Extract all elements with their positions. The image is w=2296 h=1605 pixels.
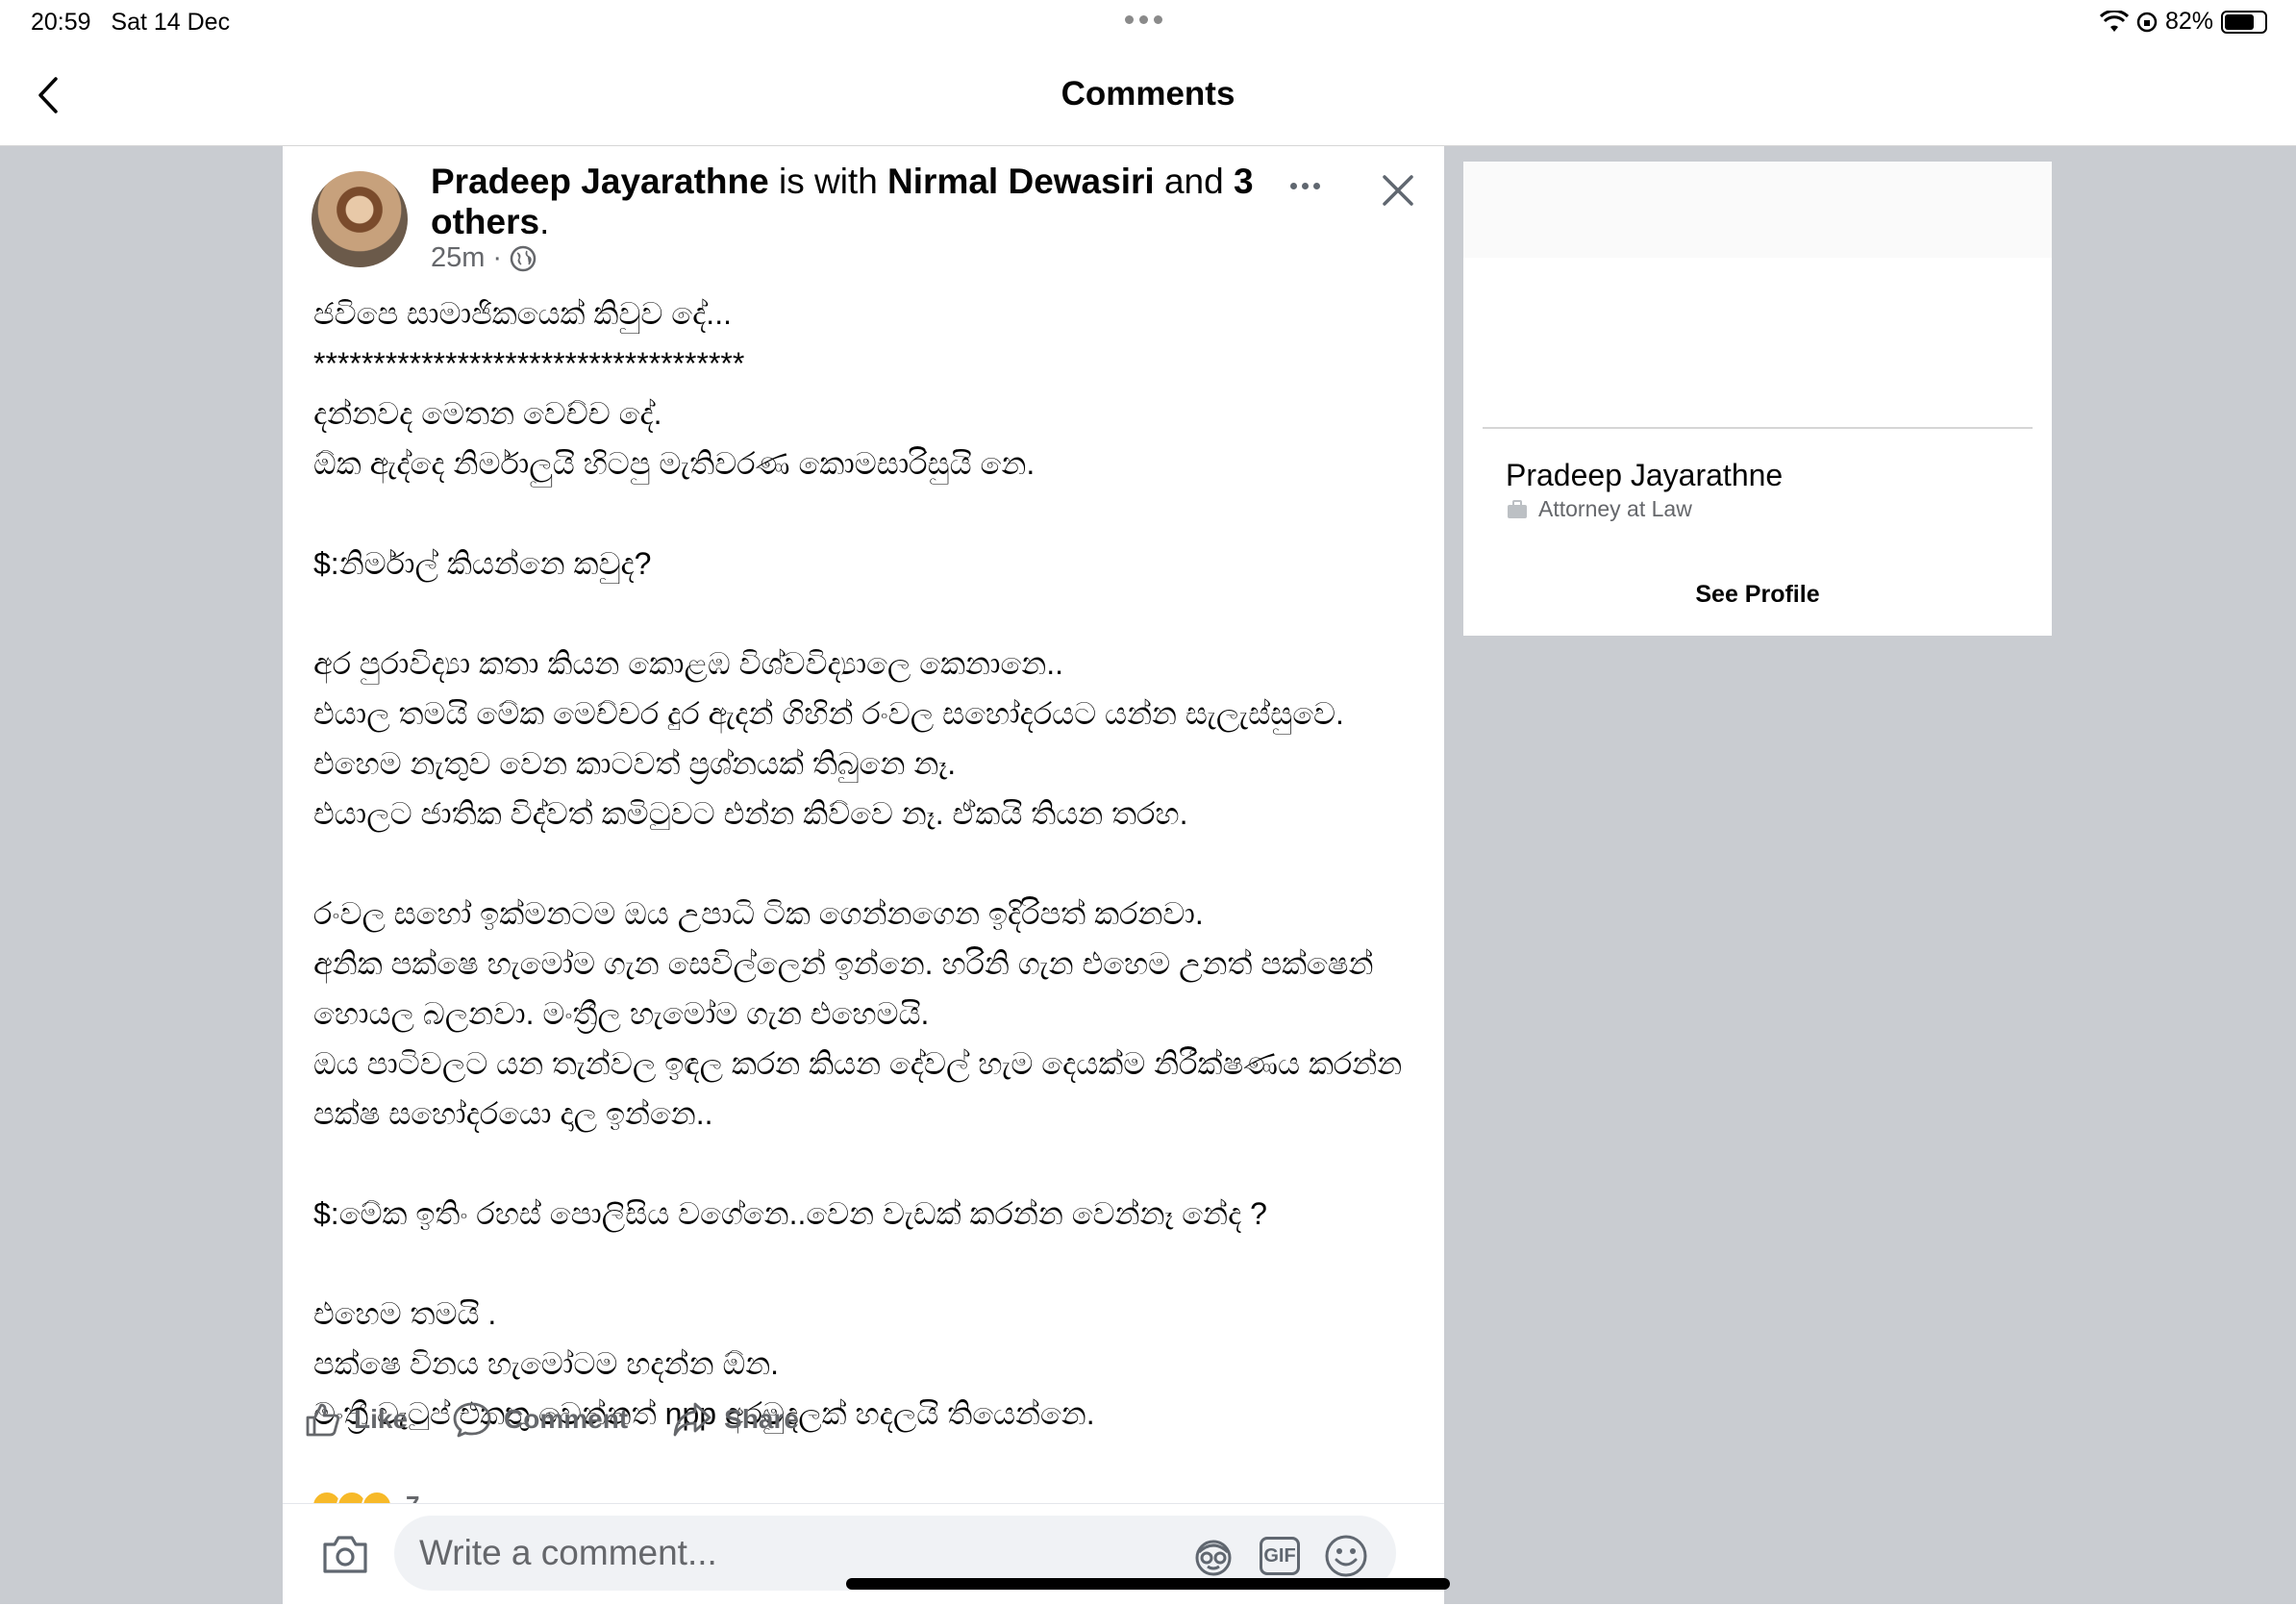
date: Sat 14 Dec	[111, 9, 231, 36]
author-name[interactable]: Pradeep Jayarathne	[431, 162, 769, 201]
period: .	[539, 202, 550, 241]
wifi-icon	[2099, 10, 2129, 32]
reaction-count: 7	[406, 1491, 419, 1503]
post-body-line	[313, 589, 1419, 639]
comment-label: Comment	[504, 1404, 629, 1434]
profile-role-text: Attorney at Law	[1538, 496, 1692, 521]
and-text: and	[1154, 162, 1234, 201]
action-bar: Like Comment Share	[304, 1400, 843, 1439]
haha-reaction-icon	[362, 1491, 392, 1503]
status-right: 82%	[2099, 8, 2267, 36]
status-bar: 20:59 Sat 14 Dec 82%	[0, 0, 2296, 46]
tagged-person[interactable]: Nirmal Dewasiri	[887, 162, 1155, 201]
rotation-lock-icon	[2136, 12, 2158, 32]
status-time: 20:59 Sat 14 Dec	[31, 9, 230, 37]
post-body-line	[313, 489, 1419, 539]
post-body: ජවිපෙ සාමාජිකයෙක් කිවුව දේ... ***********…	[313, 288, 1419, 1439]
post-body-line: ජවිපෙ සාමාජිකයෙක් කිවුව දේ...	[313, 296, 732, 331]
battery-icon	[2221, 10, 2267, 34]
comment-composer: GIF	[283, 1503, 1444, 1605]
post-body-line	[313, 1239, 1419, 1289]
post-body-line: එයාල තමයි මේක මෙච්චර දුර ඇදන් ගිහින් රංව…	[313, 696, 1344, 731]
post-meta: 25m ·	[431, 242, 537, 274]
post-body-line: එයාලට ජාතික විද්වත් කමිටුවට එන්න කිව්වෙ …	[313, 796, 1188, 831]
like-button[interactable]: Like	[304, 1400, 408, 1439]
post-body-line: හොයල බලනවා. මංත්‍රීල හැමෝම ගැන එහෙමයි.	[313, 996, 930, 1031]
post-body-line	[313, 1139, 1419, 1189]
share-icon	[673, 1402, 711, 1437]
post-body-line: ************************************	[313, 346, 745, 381]
post-body-line: රංවල සහෝ ඉක්මනටම ඔය උපාධි ටික ගෙන්නගෙන ඉ…	[313, 896, 1204, 931]
with-text: is with	[768, 162, 888, 201]
post-time[interactable]: 25m	[431, 242, 485, 274]
post-body-line: පක්ෂෙ විනය හැමෝටම හදන්න ඕන.	[313, 1346, 780, 1381]
gif-label: GIF	[1263, 1544, 1296, 1567]
close-icon	[1383, 175, 1413, 206]
post-body-line: දන්නවද මෙතන වෙච්ච දේ.	[313, 396, 662, 431]
post-body-line: එහෙම නැතුව වෙන කාටවත් ප්‍රශ්නයක් තිබුනෙ …	[313, 746, 957, 781]
battery-percent: 82%	[2164, 8, 2213, 35]
briefcase-icon	[1508, 499, 1527, 518]
post-body-line	[313, 839, 1419, 889]
more-options-button[interactable]	[1290, 183, 1320, 189]
globe-icon	[510, 245, 537, 271]
home-indicator[interactable]	[846, 1578, 1450, 1590]
share-label: Share	[724, 1404, 799, 1434]
see-profile-button[interactable]: See Profile	[1463, 581, 2052, 609]
close-button[interactable]	[1377, 169, 1419, 212]
post-body-line: $:නිර්මාල් කියන්නෙ කවුද?	[313, 546, 652, 581]
post-body-line: එහෙම තමයි .	[313, 1296, 497, 1331]
post-body-line: $:මේක ඉතිං රහස් පොලිසිය වගේනෙ..වෙන වැඩක්…	[313, 1196, 1267, 1231]
multitasking-dots-icon[interactable]	[1125, 15, 1162, 24]
post-header: Pradeep Jayarathne is with Nirmal Dewasi…	[431, 162, 1277, 242]
divider	[1483, 427, 2033, 429]
share-button[interactable]: Share	[672, 1400, 799, 1439]
meta-separator: ·	[492, 242, 503, 273]
profile-name[interactable]: Pradeep Jayarathne	[1506, 458, 1783, 493]
like-label: Like	[354, 1404, 409, 1434]
emoji-icon[interactable]	[1323, 1533, 1369, 1579]
post-body-line: අර පුරාවිද්‍යා කතා කියන කොළඹ විශ්වවිද්‍ය…	[313, 646, 1064, 681]
post-body-line: ඔය පාටිවලට යන තැන්වල ඉඳල කරන කියන දේවල් …	[313, 1046, 1403, 1081]
camera-icon	[323, 1536, 367, 1573]
thumbs-up-icon	[306, 1403, 340, 1437]
post-body-line: ඕක ඇද්දෙ නිර්මාලුයි හිටපු මැතිවරණ කොමසාර…	[313, 446, 1036, 481]
post-body-line: පක්ෂ සහෝදරයො දාල ඉන්නෙ..	[313, 1096, 713, 1131]
reaction-summary[interactable]: 7	[312, 1491, 419, 1503]
composer-icons: GIF	[1190, 1533, 1369, 1579]
comment-icon	[453, 1402, 491, 1438]
profile-card: Pradeep Jayarathne Attorney at Law See P…	[1463, 162, 2052, 636]
clock: 20:59	[31, 9, 91, 36]
camera-button[interactable]	[321, 1533, 369, 1580]
comment-button[interactable]: Comment	[452, 1400, 628, 1439]
post-body-line: අනික පක්ෂෙ හැමෝම ගැන සෙවිල්ලෙන් ඉන්නෙ. හ…	[313, 946, 1374, 981]
nav-bar: Comments	[0, 46, 2296, 147]
author-avatar[interactable]	[312, 171, 408, 267]
gif-button[interactable]: GIF	[1260, 1537, 1300, 1575]
profile-cover	[1463, 162, 2052, 258]
post: Pradeep Jayarathne is with Nirmal Dewasi…	[283, 146, 1444, 1503]
page-title: Comments	[1061, 75, 1235, 113]
profile-role: Attorney at Law	[1506, 496, 1692, 522]
avatar-sticker-icon[interactable]	[1190, 1535, 1236, 1577]
